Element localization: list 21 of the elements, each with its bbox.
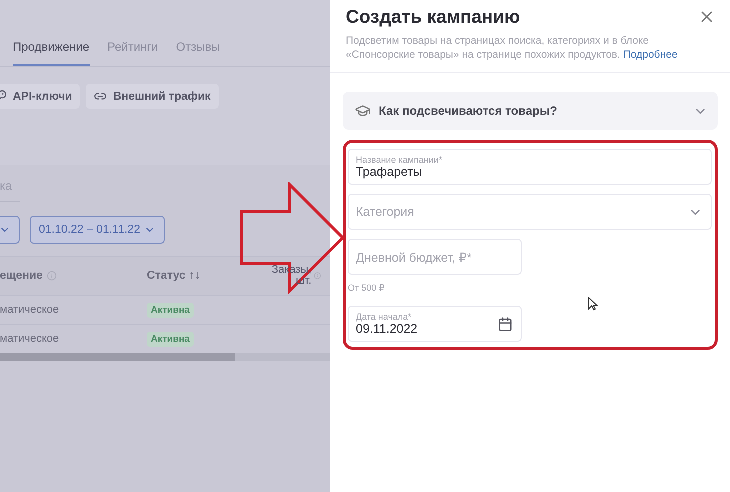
column-header: ещение: [0, 270, 43, 282]
panel-title: Создать кампанию: [346, 6, 520, 28]
calendar-icon: [498, 316, 513, 332]
graduation-cap-icon: [355, 103, 371, 119]
panel-description: Подсветим товары на страницах поиска, категориях и в блоке «Спонсорские товары» на странице похожих продуктов. Подробнее: [346, 34, 679, 62]
status-badge: Активна: [147, 332, 194, 347]
campaign-name-field[interactable]: Название кампании* Трафареты: [348, 149, 712, 185]
field-hint: От 500 ₽: [348, 283, 386, 294]
toolbar-button[interactable]: Внешний трафик: [86, 84, 219, 109]
cursor-icon: [588, 297, 598, 311]
table-cell: матическое: [0, 304, 60, 316]
more-link[interactable]: Подробнее: [623, 49, 678, 61]
scrollbar[interactable]: [0, 353, 330, 361]
accordion-header[interactable]: Как подсвечиваются товары?: [343, 92, 718, 130]
table-cell: матическое: [0, 333, 60, 345]
date-range-dropdown[interactable]: 01.10.22 – 01.11.22: [30, 216, 166, 244]
column-header: Статус ↑↓: [147, 270, 200, 282]
tab[interactable]: Продвижение: [13, 40, 90, 66]
status-badge: Активна: [147, 303, 194, 318]
date-field[interactable]: Дата начала* 09.11.2022: [348, 306, 522, 342]
toolbar-button[interactable]: API-ключи: [0, 84, 80, 109]
